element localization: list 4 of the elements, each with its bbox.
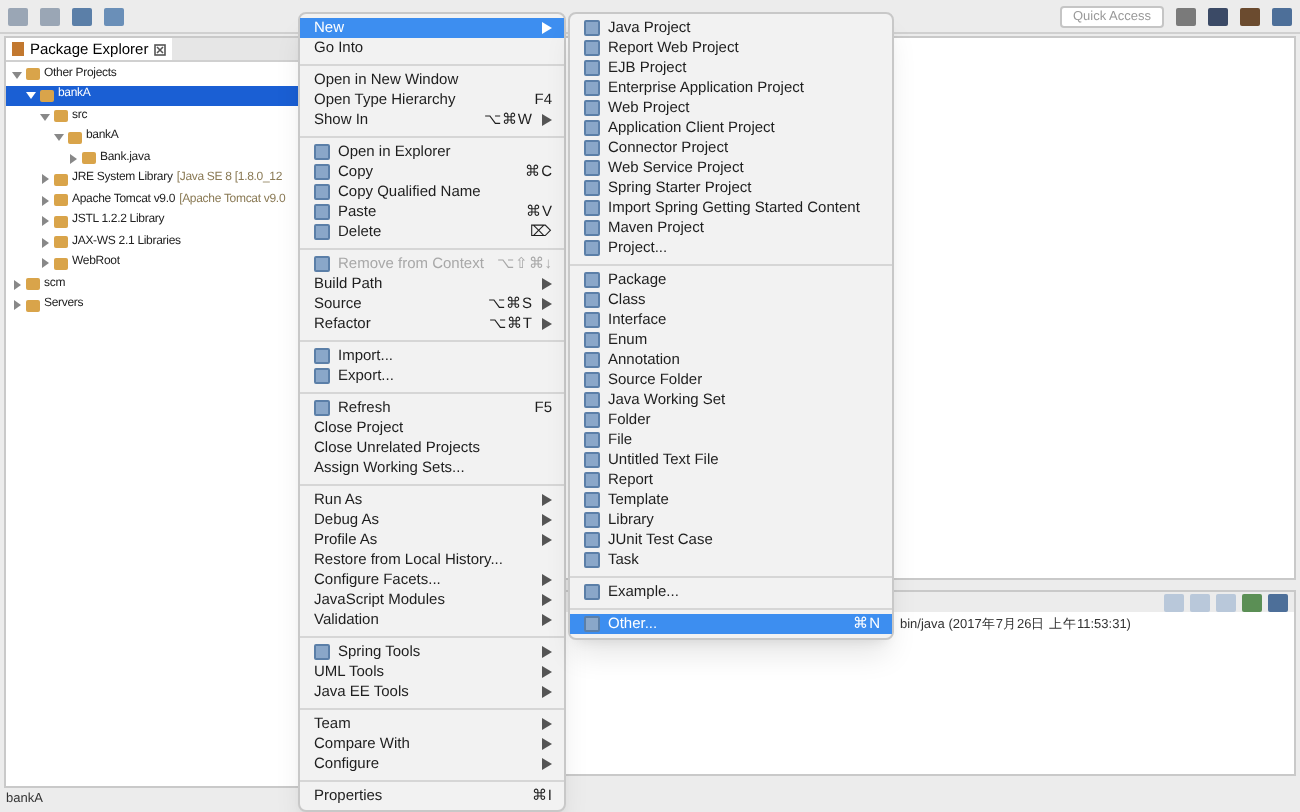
- close-icon[interactable]: [154, 43, 167, 55]
- submenu-arrow-icon: [542, 114, 552, 126]
- submenu-arrow-icon: [542, 22, 552, 34]
- menu-item-icon: [314, 644, 330, 660]
